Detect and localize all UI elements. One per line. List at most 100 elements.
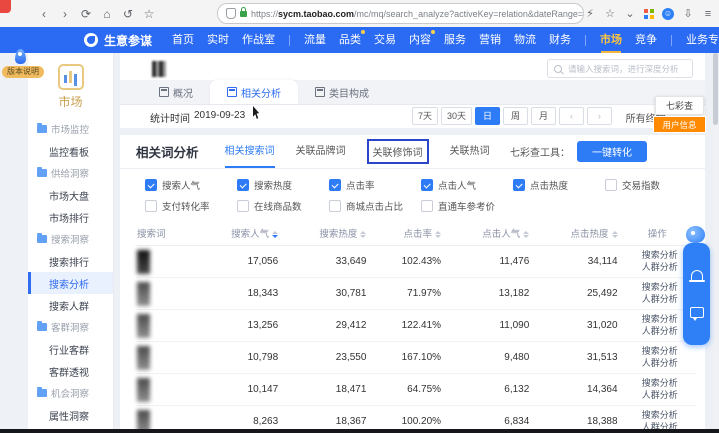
sidebar-item-search-crowd[interactable]: 搜索人群 bbox=[28, 294, 113, 316]
metric-pay-conversion[interactable]: 支付转化率 bbox=[145, 199, 237, 213]
nav-marketing[interactable]: 营销 bbox=[479, 27, 501, 53]
range-7d-button[interactable]: 7天 bbox=[412, 107, 438, 125]
favorite-star-icon[interactable]: ☆ bbox=[604, 7, 616, 21]
metric-ztc-ref-price[interactable]: 直通车参考价 bbox=[421, 199, 513, 213]
metric-click-heat[interactable]: 点击热度 bbox=[513, 178, 605, 192]
home-icon[interactable]: ⌂ bbox=[101, 7, 113, 21]
nav-divider[interactable] bbox=[585, 35, 586, 46]
tab-related-brand-words[interactable]: 关联品牌词 bbox=[296, 135, 346, 168]
search-input[interactable] bbox=[566, 63, 686, 75]
search-analysis-link[interactable]: 搜索分析 bbox=[625, 378, 695, 390]
sidebar-item-search-analysis[interactable]: 搜索分析 bbox=[28, 272, 113, 294]
sidebar: 市场 市场监控监控看板供给洞察市场大盘市场排行搜索洞察搜索排行搜索分析搜索人群客… bbox=[28, 53, 114, 429]
nav-home[interactable]: 首页 bbox=[172, 27, 194, 53]
tab-overview[interactable]: 概况 bbox=[142, 80, 210, 104]
metric-trade-index[interactable]: 交易指数 bbox=[605, 178, 697, 192]
sidebar-item-monitor-board[interactable]: 监控看板 bbox=[28, 140, 113, 162]
crowd-analysis-link[interactable]: 人群分析 bbox=[625, 358, 695, 370]
range-week-button[interactable]: 周 bbox=[503, 107, 528, 125]
nav-logistics[interactable]: 物流 bbox=[514, 27, 536, 53]
nav-business-zone[interactable]: 业务专区 bbox=[686, 27, 719, 53]
floating-service-widget bbox=[683, 243, 710, 345]
version-badge[interactable]: 版本说明 bbox=[2, 66, 44, 78]
crowd-analysis-link[interactable]: 人群分析 bbox=[625, 390, 695, 402]
sidebar-section-supply-insight[interactable]: 供给洞察 bbox=[28, 162, 113, 184]
address-bar[interactable]: https://sycm.taobao.com/mc/mq/search_ana… bbox=[217, 3, 584, 24]
sidebar-item-market-overview[interactable]: 市场大盘 bbox=[28, 184, 113, 206]
next-date-button[interactable]: › bbox=[587, 107, 612, 125]
nav-market[interactable]: 市场 bbox=[600, 27, 622, 53]
nav-divider[interactable] bbox=[289, 35, 290, 46]
sort-arrows-icon[interactable] bbox=[435, 231, 441, 239]
nav-finance[interactable]: 财务 bbox=[549, 27, 571, 53]
bookmark-star-icon[interactable]: ☆ bbox=[143, 7, 155, 21]
search-analysis-link[interactable]: 搜索分析 bbox=[625, 410, 695, 422]
col-click-heat[interactable]: 点击热度 bbox=[530, 221, 618, 246]
tab-related-modifier-words[interactable]: 关联修饰词 bbox=[367, 139, 429, 164]
one-click-convert-button[interactable]: 一键转化 bbox=[577, 141, 647, 162]
col-actions[interactable]: 操作 bbox=[619, 221, 696, 246]
lightning-icon[interactable]: ⚡ bbox=[584, 7, 596, 21]
download-icon[interactable]: ⇩ bbox=[682, 7, 694, 21]
scrollbar-thumb[interactable] bbox=[713, 53, 718, 125]
sort-arrows-icon[interactable] bbox=[272, 231, 278, 239]
col-click-popularity[interactable]: 点击人气 bbox=[442, 221, 530, 246]
sidebar-item-market-ranking[interactable]: 市场排行 bbox=[28, 206, 113, 228]
metric-click-rate[interactable]: 点击率 bbox=[329, 178, 421, 192]
search-analysis-link[interactable]: 搜索分析 bbox=[625, 346, 695, 358]
metric-mall-click-share[interactable]: 商城点击占比 bbox=[329, 199, 421, 213]
metric-search-heat[interactable]: 搜索热度 bbox=[237, 178, 329, 192]
tab-category-composition[interactable]: 类目构成 bbox=[298, 80, 386, 104]
nav-warroom[interactable]: 作战室 bbox=[242, 27, 275, 53]
metric-online-items[interactable]: 在线商品数 bbox=[237, 199, 329, 213]
keyword-search-box[interactable] bbox=[547, 59, 693, 78]
customer-service-chat-icon[interactable] bbox=[690, 307, 704, 318]
col-search-word[interactable]: 搜索词 bbox=[136, 221, 191, 246]
nav-competition[interactable]: 竞争 bbox=[635, 27, 657, 53]
tab-related-analysis[interactable]: 相关分析 bbox=[210, 80, 298, 104]
sidebar-item-attribute-insight[interactable]: 属性洞察 bbox=[28, 404, 113, 426]
col-search-heat[interactable]: 搜索热度 bbox=[279, 221, 367, 246]
sidebar-section-market-monitor[interactable]: 市场监控 bbox=[28, 118, 113, 140]
nav-realtime[interactable]: 实时 bbox=[207, 27, 229, 53]
sort-arrows-icon[interactable] bbox=[523, 231, 529, 239]
nav-service[interactable]: 服务 bbox=[444, 27, 466, 53]
menu-icon[interactable]: ≡ bbox=[702, 7, 714, 21]
col-click-rate[interactable]: 点击率 bbox=[367, 221, 442, 246]
metric-search-popularity[interactable]: 搜索人气 bbox=[145, 178, 237, 192]
tab-calendar-icon bbox=[159, 87, 169, 97]
assistant-circle-icon[interactable]: ☺ bbox=[662, 8, 674, 20]
rocket-icon[interactable] bbox=[15, 49, 26, 64]
range-month-button[interactable]: 月 bbox=[531, 107, 556, 125]
sort-arrows-icon[interactable] bbox=[360, 231, 366, 239]
nav-divider[interactable] bbox=[671, 35, 672, 46]
forward-icon[interactable]: › bbox=[59, 7, 71, 21]
range-day-button[interactable]: 日 bbox=[475, 107, 500, 125]
sidebar-item-customer-perspective[interactable]: 客群透视 bbox=[28, 360, 113, 382]
userinfo-tool-button[interactable]: 用户信息 bbox=[653, 116, 706, 133]
nav-category[interactable]: 品类 bbox=[339, 27, 361, 53]
history-icon[interactable]: ↺ bbox=[122, 7, 134, 21]
nav-content[interactable]: 内容 bbox=[409, 27, 431, 53]
back-icon[interactable]: ‹ bbox=[38, 7, 50, 21]
col-search-popularity[interactable]: 搜索人气 bbox=[191, 221, 279, 246]
range-30d-button[interactable]: 30天 bbox=[441, 107, 472, 125]
nav-trade[interactable]: 交易 bbox=[374, 27, 396, 53]
sidebar-section-search-insight[interactable]: 搜索洞察 bbox=[28, 228, 113, 250]
extensions-grid-icon[interactable] bbox=[644, 9, 654, 19]
qicai-tool-button[interactable]: 七彩查 bbox=[655, 96, 704, 115]
prev-date-button[interactable]: ‹ bbox=[559, 107, 584, 125]
tab-related-search-words[interactable]: 相关搜索词 bbox=[225, 135, 275, 168]
notification-bell-icon[interactable] bbox=[691, 270, 703, 280]
metric-click-popularity[interactable]: 点击人气 bbox=[421, 178, 513, 192]
sidebar-item-search-ranking[interactable]: 搜索排行 bbox=[28, 250, 113, 272]
refresh-icon[interactable]: ⟳ bbox=[80, 7, 92, 21]
browser-action-icons: ⚡ ☆ ⌄ ☺ ⇩ ≡ bbox=[584, 7, 714, 21]
sidebar-item-industry-customers[interactable]: 行业客群 bbox=[28, 338, 113, 360]
nav-traffic[interactable]: 流量 bbox=[304, 27, 326, 53]
sidebar-section-customer-insight[interactable]: 客群洞察 bbox=[28, 316, 113, 338]
chevron-down-icon[interactable]: ⌄ bbox=[624, 7, 636, 21]
sort-arrows-icon[interactable] bbox=[612, 231, 618, 239]
tab-related-hot-words[interactable]: 关联热词 bbox=[450, 135, 490, 168]
sidebar-section-opportunity-insight[interactable]: 机会洞察 bbox=[28, 382, 113, 404]
